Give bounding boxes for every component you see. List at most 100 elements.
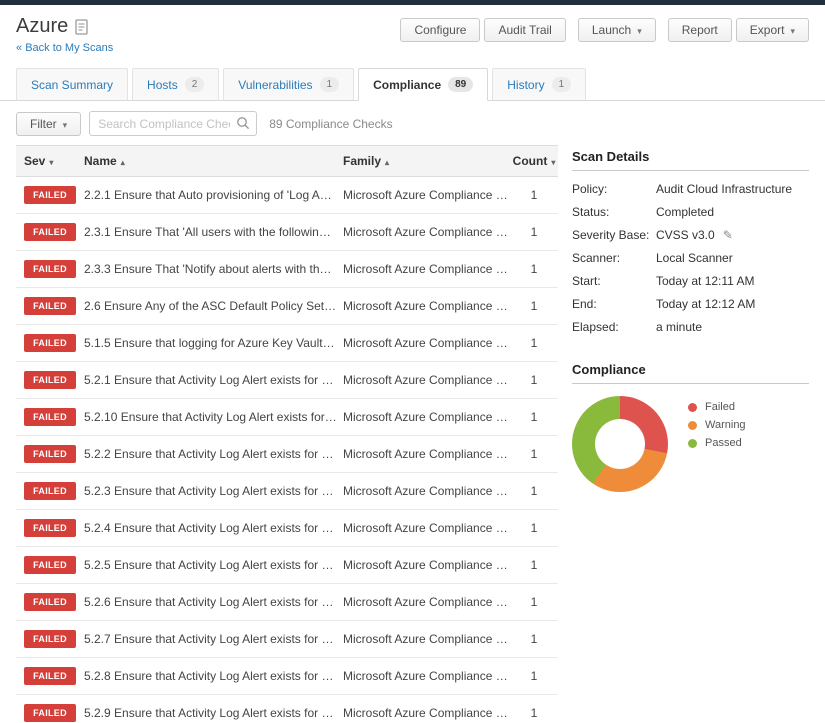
detail-start: Start:Today at 12:11 AM xyxy=(572,273,809,290)
detail-elapsed: Elapsed:a minute xyxy=(572,319,809,336)
sort-icon: ▾ xyxy=(49,158,53,167)
sort-icon: ▴ xyxy=(385,158,389,167)
audit-trail-button[interactable]: Audit Trail xyxy=(484,18,565,42)
check-family: Microsoft Azure Compliance Ch... xyxy=(343,669,510,683)
column-header-name[interactable]: Name▴ xyxy=(84,154,343,168)
table-row[interactable]: FAILED 5.2.2 Ensure that Activity Log Al… xyxy=(16,436,558,473)
table-row[interactable]: FAILED 5.2.1 Ensure that Activity Log Al… xyxy=(16,362,558,399)
divider xyxy=(572,170,809,171)
table-row[interactable]: FAILED 5.2.7 Ensure that Activity Log Al… xyxy=(16,621,558,658)
tab-history[interactable]: History1 xyxy=(492,68,586,101)
launch-button[interactable]: Launch▾ xyxy=(578,18,656,42)
severity-badge: FAILED xyxy=(24,556,76,574)
export-button[interactable]: Export▾ xyxy=(736,18,809,42)
check-count: 1 xyxy=(510,706,558,720)
severity-badge: FAILED xyxy=(24,186,76,204)
tab-count-badge: 2 xyxy=(185,77,205,92)
check-family: Microsoft Azure Compliance Ch... xyxy=(343,706,510,720)
tab-count-badge: 89 xyxy=(448,77,473,92)
check-count: 1 xyxy=(510,188,558,202)
sort-icon: ▾ xyxy=(551,158,555,167)
severity-badge: FAILED xyxy=(24,593,76,611)
column-header-family[interactable]: Family▴ xyxy=(343,154,510,168)
check-name: 5.2.9 Ensure that Activity Log Alert exi… xyxy=(84,706,343,720)
check-count: 1 xyxy=(510,484,558,498)
check-family: Microsoft Azure Compliance Ch... xyxy=(343,558,510,572)
check-family: Microsoft Azure Compliance Ch... xyxy=(343,373,510,387)
compliance-table: Sev▾ Name▴ Family▴ Count▾ FAILED 2.2.1 E… xyxy=(16,145,558,723)
check-family: Microsoft Azure Compliance Ch... xyxy=(343,632,510,646)
table-row[interactable]: FAILED 5.2.3 Ensure that Activity Log Al… xyxy=(16,473,558,510)
sort-icon: ▴ xyxy=(121,158,125,167)
legend-label: Passed xyxy=(705,437,742,449)
policy-document-icon xyxy=(75,19,88,35)
check-count: 1 xyxy=(510,410,558,424)
table-row[interactable]: FAILED 5.2.9 Ensure that Activity Log Al… xyxy=(16,695,558,723)
report-button[interactable]: Report xyxy=(668,18,732,42)
chart-legend: Failed Warning Passed xyxy=(688,396,746,455)
tab-compliance[interactable]: Compliance89 xyxy=(358,68,488,101)
severity-badge: FAILED xyxy=(24,297,76,315)
check-name: 5.2.7 Ensure that Activity Log Alert exi… xyxy=(84,632,343,646)
tab-count-badge: 1 xyxy=(320,77,340,92)
severity-badge: FAILED xyxy=(24,704,76,722)
page-title: Azure xyxy=(16,15,68,38)
severity-badge: FAILED xyxy=(24,630,76,648)
tab-count-badge: 1 xyxy=(552,77,572,92)
legend-dot xyxy=(688,403,697,412)
check-family: Microsoft Azure Compliance Ch... xyxy=(343,299,510,313)
legend-item: Warning xyxy=(688,419,746,431)
severity-badge: FAILED xyxy=(24,667,76,685)
detail-severity-base: Severity Base:CVSS v3.0✎ xyxy=(572,227,809,244)
severity-badge: FAILED xyxy=(24,482,76,500)
tab-vulnerabilities[interactable]: Vulnerabilities1 xyxy=(223,68,354,101)
column-header-count[interactable]: Count▾ xyxy=(510,154,558,168)
check-family: Microsoft Azure Compliance Ch... xyxy=(343,188,510,202)
check-name: 5.2.3 Ensure that Activity Log Alert exi… xyxy=(84,484,343,498)
legend-dot xyxy=(688,439,697,448)
check-name: 5.2.5 Ensure that Activity Log Alert exi… xyxy=(84,558,343,572)
tab-hosts[interactable]: Hosts2 xyxy=(132,68,219,101)
filter-button[interactable]: Filter▾ xyxy=(16,112,81,136)
check-family: Microsoft Azure Compliance Ch... xyxy=(343,484,510,498)
table-row[interactable]: FAILED 5.2.5 Ensure that Activity Log Al… xyxy=(16,547,558,584)
tab-bar: Scan Summary Hosts2 Vulnerabilities1 Com… xyxy=(0,60,825,101)
table-row[interactable]: FAILED 5.2.8 Ensure that Activity Log Al… xyxy=(16,658,558,695)
compliance-panel-title: Compliance xyxy=(572,362,809,377)
table-row[interactable]: FAILED 2.3.3 Ensure That 'Notify about a… xyxy=(16,251,558,288)
back-to-scans-link[interactable]: « Back to My Scans xyxy=(16,42,113,54)
check-count: 1 xyxy=(510,558,558,572)
search-input[interactable] xyxy=(89,111,257,136)
legend-item: Failed xyxy=(688,401,746,413)
table-row[interactable]: FAILED 2.3.1 Ensure That 'All users with… xyxy=(16,214,558,251)
tab-scan-summary[interactable]: Scan Summary xyxy=(16,68,128,101)
legend-label: Failed xyxy=(705,401,735,413)
check-count: 1 xyxy=(510,595,558,609)
divider xyxy=(572,383,809,384)
page: Azure « Back to My Scans Configure Audit… xyxy=(0,0,825,723)
detail-status: Status:Completed xyxy=(572,204,809,221)
check-name: 2.3.1 Ensure That 'All users with the fo… xyxy=(84,225,343,239)
edit-severity-base-icon[interactable]: ✎ xyxy=(723,227,733,244)
table-row[interactable]: FAILED 5.2.10 Ensure that Activity Log A… xyxy=(16,399,558,436)
legend-label: Warning xyxy=(705,419,746,431)
detail-end: End:Today at 12:12 AM xyxy=(572,296,809,313)
configure-button[interactable]: Configure xyxy=(400,18,480,42)
table-row[interactable]: FAILED 5.2.4 Ensure that Activity Log Al… xyxy=(16,510,558,547)
check-count: 1 xyxy=(510,447,558,461)
check-count: 1 xyxy=(510,336,558,350)
compliance-count-label: 89 Compliance Checks xyxy=(269,117,392,131)
check-family: Microsoft Azure Compliance Ch... xyxy=(343,410,510,424)
detail-policy: Policy:Audit Cloud Infrastructure xyxy=(572,181,809,198)
table-row[interactable]: FAILED 2.2.1 Ensure that Auto provisioni… xyxy=(16,177,558,214)
search-icon[interactable] xyxy=(236,116,250,135)
chevron-down-icon: ▾ xyxy=(63,120,68,130)
chevron-down-icon: ▾ xyxy=(790,26,795,36)
table-row[interactable]: FAILED 2.6 Ensure Any of the ASC Default… xyxy=(16,288,558,325)
table-row[interactable]: FAILED 5.2.6 Ensure that Activity Log Al… xyxy=(16,584,558,621)
table-row[interactable]: FAILED 5.1.5 Ensure that logging for Azu… xyxy=(16,325,558,362)
back-arrow-icon: « xyxy=(16,42,22,54)
scan-details-title: Scan Details xyxy=(572,149,809,164)
severity-badge: FAILED xyxy=(24,445,76,463)
column-header-sev[interactable]: Sev▾ xyxy=(16,154,84,168)
